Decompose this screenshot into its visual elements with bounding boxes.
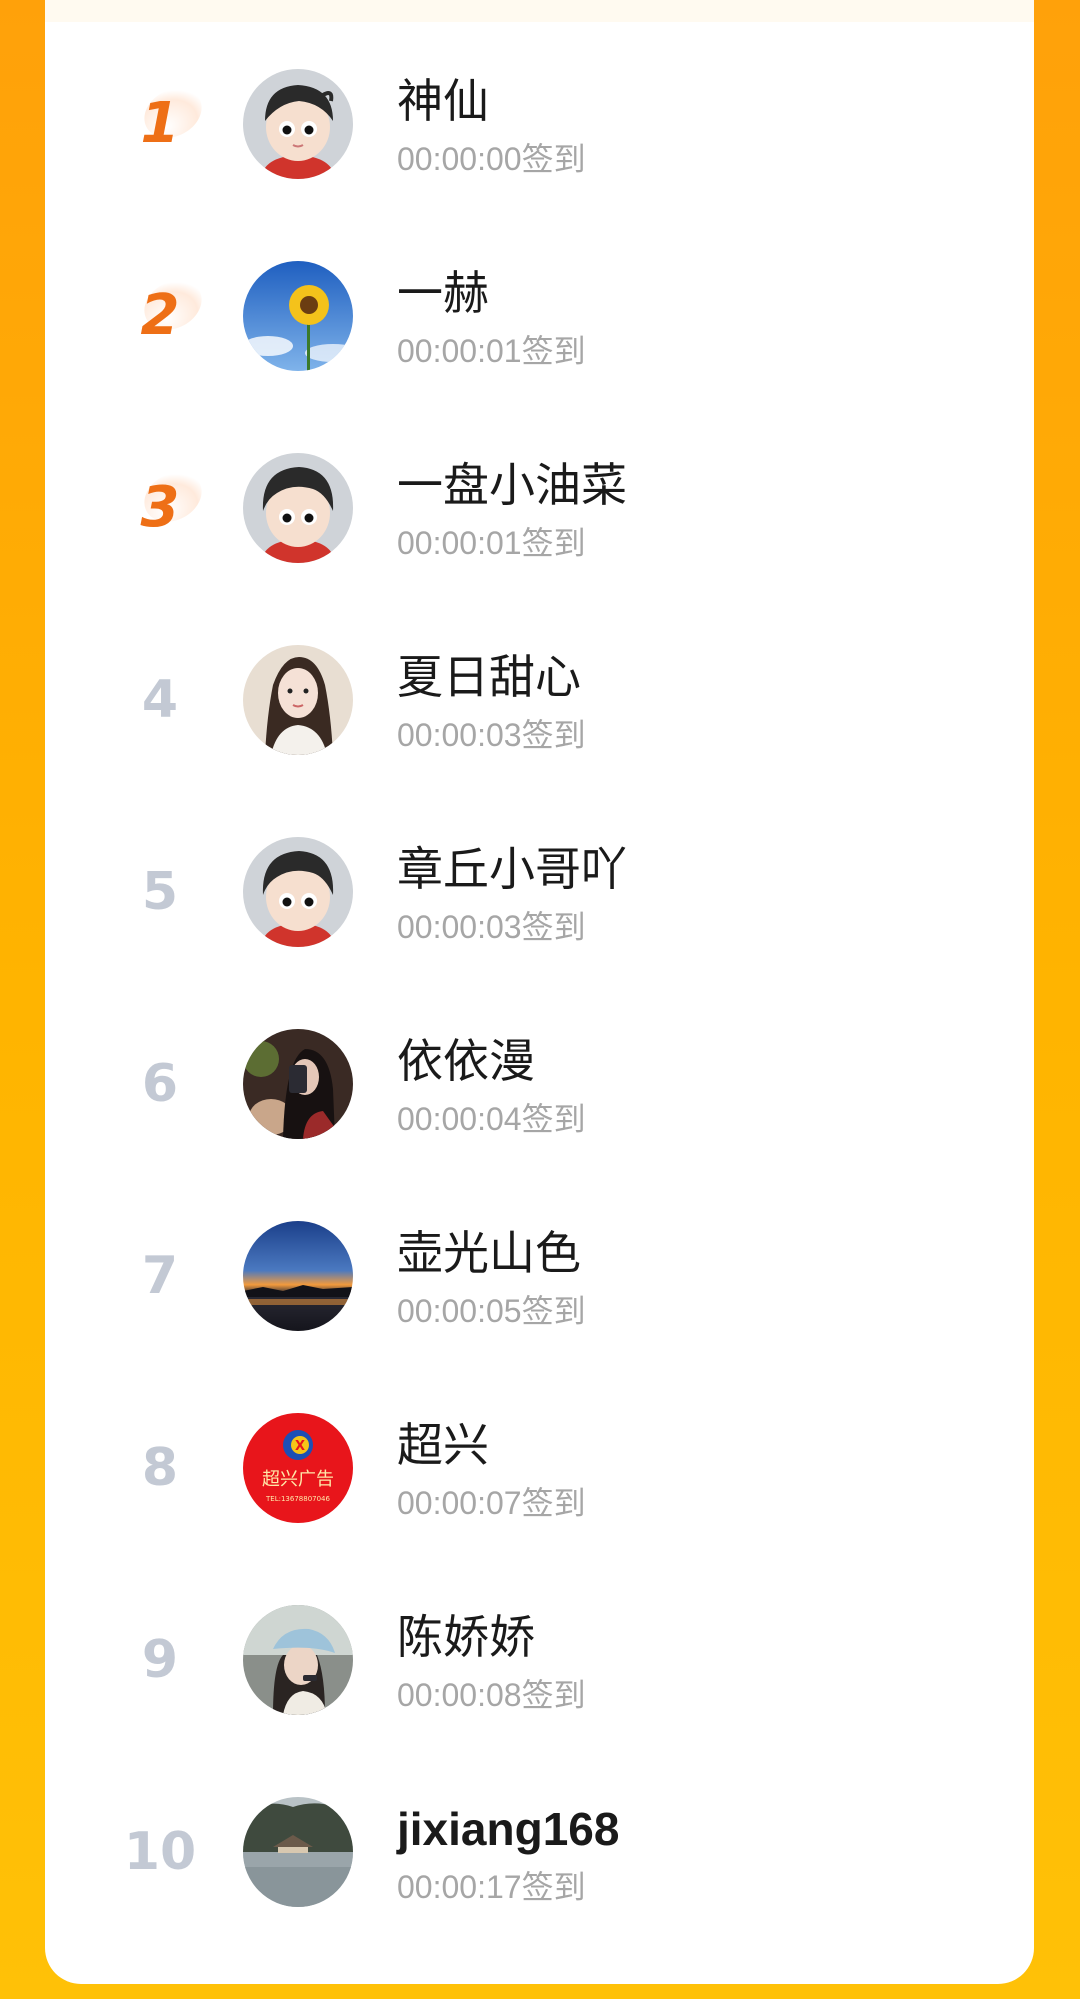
selfie-avatar-icon[interactable] — [243, 1029, 353, 1139]
rank-number: 3 — [105, 468, 215, 548]
rank-number: 7 — [141, 1246, 179, 1306]
cartoon-boy-avatar-icon[interactable] — [243, 453, 353, 563]
lake-pavilion-avatar-icon[interactable] — [243, 1797, 353, 1907]
ranking-row[interactable]: 9 陈娇娇 00:00:08签到 — [45, 1566, 1034, 1746]
checkin-time: 00:00:01签到 — [397, 333, 586, 369]
ranking-row[interactable]: 5 章丘小哥吖 00:00:03签到 — [45, 798, 1034, 978]
card-top-strip — [45, 0, 1034, 22]
user-name: 超兴 — [397, 1418, 489, 1472]
rank-number: 10 — [123, 1822, 197, 1882]
ad-logo-text: 超兴广告 — [262, 1469, 334, 1490]
user-name: 一赫 — [397, 266, 489, 320]
checkin-time: 00:00:04签到 — [397, 1101, 586, 1137]
ranking-row[interactable]: 4 夏日甜心 00:00:03签到 — [45, 606, 1034, 786]
sunflower-avatar-icon[interactable] — [243, 261, 353, 371]
chaoxing-ad-logo-avatar-icon[interactable]: X 超兴广告 TEL:13678807046 — [243, 1413, 353, 1523]
ranking-row[interactable]: 2 一赫 00:00:01签到 — [45, 222, 1034, 402]
rank-number: 9 — [141, 1630, 179, 1690]
girl-portrait-avatar-icon[interactable] — [243, 645, 353, 755]
checkin-ranking-card: 1 神仙 00:00:00签到 2 一赫 00:00:01签到 3 一盘小油菜 … — [45, 0, 1034, 1984]
user-name: 壶光山色 — [397, 1226, 581, 1280]
svg-text:X: X — [295, 1439, 305, 1454]
ranking-row[interactable]: 6 依依漫 00:00:04签到 — [45, 990, 1034, 1170]
sunset-lake-avatar-icon[interactable] — [243, 1221, 353, 1331]
rank-number: 5 — [141, 862, 179, 922]
user-name: 神仙 — [397, 74, 489, 128]
checkin-time: 00:00:03签到 — [397, 909, 586, 945]
rank-number: 4 — [141, 670, 179, 730]
checkin-time: 00:00:05签到 — [397, 1293, 586, 1329]
checkin-time: 00:00:08签到 — [397, 1677, 586, 1713]
ranking-row[interactable]: 1 神仙 00:00:00签到 — [45, 30, 1034, 210]
checkin-time: 00:00:17签到 — [397, 1869, 586, 1905]
user-name: 夏日甜心 — [397, 650, 581, 704]
checkin-time: 00:00:07签到 — [397, 1485, 586, 1521]
ranking-row[interactable]: 8 X 超兴广告 TEL:13678807046 超兴 00:00:07签到 — [45, 1374, 1034, 1554]
ad-logo-tel: TEL:13678807046 — [265, 1495, 330, 1503]
user-name: 依依漫 — [397, 1034, 535, 1088]
user-name: 陈娇娇 — [397, 1610, 535, 1664]
checkin-time: 00:00:00签到 — [397, 141, 586, 177]
user-name: 章丘小哥吖 — [397, 842, 627, 896]
ranking-row[interactable]: 3 一盘小油菜 00:00:01签到 — [45, 414, 1034, 594]
rank-number: 1 — [105, 84, 215, 164]
ranking-row[interactable]: 10 jixiang168 00:00:17签到 — [45, 1758, 1034, 1938]
checkin-time: 00:00:03签到 — [397, 717, 586, 753]
girl-cap-avatar-icon[interactable] — [243, 1605, 353, 1715]
ranking-row[interactable]: 7 壶光山色 00:00:05签到 — [45, 1182, 1034, 1362]
checkin-time: 00:00:01签到 — [397, 525, 586, 561]
cartoon-boy-avatar-icon[interactable] — [243, 837, 353, 947]
rank-number: 8 — [141, 1438, 179, 1498]
rank-number: 2 — [105, 276, 215, 356]
cartoon-boy-avatar-icon[interactable] — [243, 69, 353, 179]
user-name: 一盘小油菜 — [397, 458, 627, 512]
user-name: jixiang168 — [397, 1803, 620, 1855]
rank-number: 6 — [141, 1054, 179, 1114]
